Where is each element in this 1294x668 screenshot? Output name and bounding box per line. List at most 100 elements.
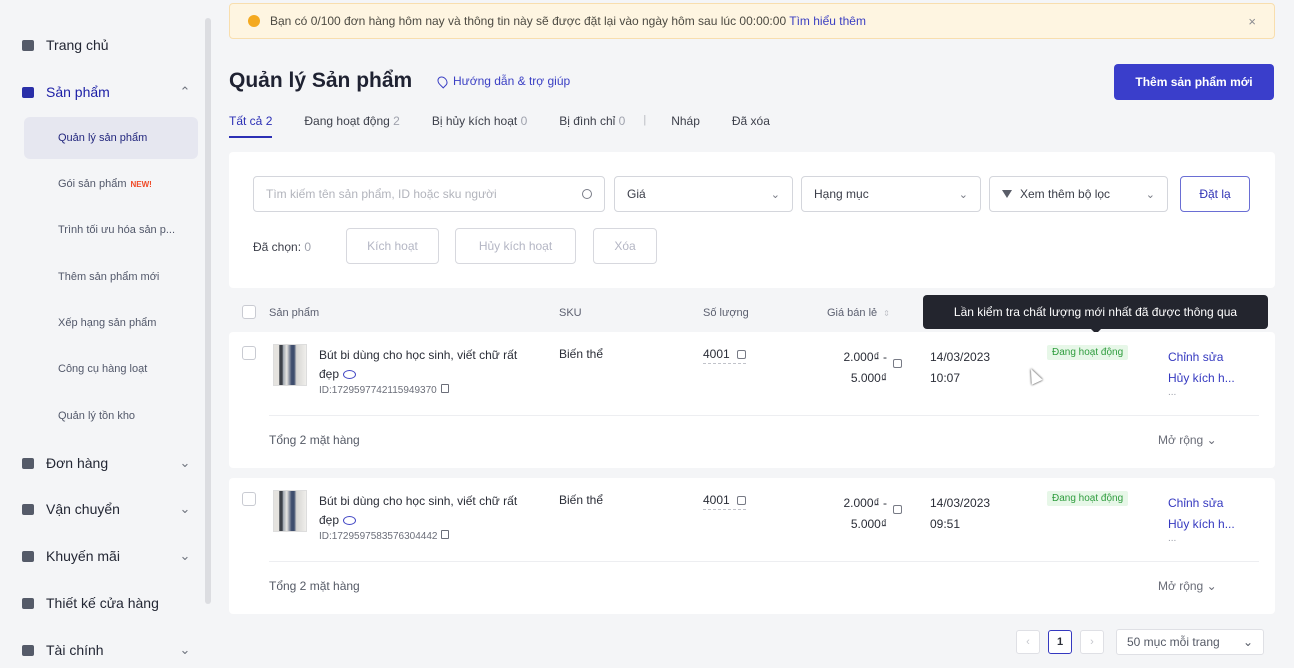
tab-suspended[interactable]: Bị đình chỉ 0 xyxy=(559,114,625,138)
more-filters-button[interactable]: Xem thêm bộ lọc ⌄ xyxy=(989,176,1168,212)
next-page-button[interactable]: › xyxy=(1080,630,1104,654)
chevron-down-icon: ⌄ xyxy=(958,188,968,201)
eye-icon[interactable] xyxy=(343,370,357,380)
product-date: 14/03/2023 10:07 xyxy=(930,347,990,389)
price-max: 5.000₫ xyxy=(850,371,887,385)
activate-button[interactable]: Kích hoạt xyxy=(346,228,439,264)
search-input[interactable]: Tìm kiếm tên sản phẩm, ID hoặc sku người xyxy=(253,176,605,212)
copy-icon[interactable] xyxy=(440,384,449,393)
reset-button[interactable]: Đặt lạ xyxy=(1180,176,1250,212)
sidebar-item-label: Thiết kế cửa hàng xyxy=(46,595,159,611)
edit-icon[interactable] xyxy=(736,350,746,360)
price-filter-select[interactable]: Giá ⌄ xyxy=(614,176,793,212)
more-actions-icon[interactable]: ... xyxy=(1168,534,1235,544)
sidebar-item-promotions[interactable]: Khuyến mãi ⌄ xyxy=(22,544,192,568)
edit-link[interactable]: Chỉnh sửa xyxy=(1168,493,1235,514)
expand-label: Mở rộng xyxy=(1158,579,1204,593)
product-sku: Biến thể xyxy=(559,493,604,507)
expand-button[interactable]: Mở rộng ⌄ xyxy=(1158,579,1217,593)
sidebar-item-shipping[interactable]: Vận chuyển ⌄ xyxy=(22,497,192,521)
sidebar-sub-label: Thêm sản phẩm mới xyxy=(58,271,160,283)
header-price[interactable]: Giá bán lẻ ⇕ xyxy=(827,307,890,319)
tab-deleted[interactable]: Đã xóa xyxy=(732,114,770,138)
copy-icon[interactable] xyxy=(441,530,450,539)
close-icon[interactable]: × xyxy=(1248,14,1256,29)
row-divider xyxy=(269,561,1259,562)
product-thumbnail[interactable] xyxy=(273,344,307,386)
eye-icon[interactable] xyxy=(343,516,357,526)
date-value: 14/03/2023 xyxy=(930,496,991,510)
category-filter-select[interactable]: Hạng mục ⌄ xyxy=(801,176,981,212)
quantity-value: 4001 xyxy=(703,493,730,507)
page-number-button[interactable]: 1 xyxy=(1048,630,1072,654)
warning-icon xyxy=(248,15,260,27)
chevron-down-icon: ⌄ xyxy=(179,548,191,563)
sidebar-sub-manage-products[interactable]: Quản lý sản phẩm xyxy=(24,117,198,159)
order-limit-banner: Bạn có 0/100 đơn hàng hôm nay và thông t… xyxy=(229,3,1275,39)
sidebar-item-home[interactable]: Trang chủ xyxy=(22,33,192,57)
product-thumbnail[interactable] xyxy=(273,490,307,532)
prev-page-button[interactable]: ‹ xyxy=(1016,630,1040,654)
product-quantity[interactable]: 4001 xyxy=(703,493,746,510)
row-checkbox[interactable] xyxy=(242,492,256,506)
deactivate-link[interactable]: Hủy kích h... xyxy=(1168,514,1235,535)
search-placeholder: Tìm kiếm tên sản phẩm, ID hoặc sku người xyxy=(266,187,497,201)
delete-button[interactable]: Xóa xyxy=(593,228,657,264)
expand-button[interactable]: Mở rộng ⌄ xyxy=(1158,433,1217,447)
add-product-button[interactable]: Thêm sản phẩm mới xyxy=(1114,64,1274,100)
sidebar-sub-inventory[interactable]: Quản lý tồn kho xyxy=(24,395,198,437)
sidebar-item-products[interactable]: Sản phẩm ⌃ xyxy=(22,80,192,104)
filter-panel: Tìm kiếm tên sản phẩm, ID hoặc sku người… xyxy=(229,152,1275,288)
sidebar-item-store-design[interactable]: Thiết kế cửa hàng xyxy=(22,591,192,615)
price-filter-label: Giá xyxy=(627,187,646,201)
tab-count: 0 xyxy=(520,114,528,128)
sidebar-item-orders[interactable]: Đơn hàng ⌄ xyxy=(22,451,192,475)
select-all-checkbox[interactable] xyxy=(242,305,256,319)
sidebar-item-label: Sản phẩm xyxy=(46,84,110,100)
sidebar-sub-product-bundle[interactable]: Gói sản phẩm NEW! xyxy=(24,163,198,205)
more-actions-icon[interactable]: ... xyxy=(1168,388,1235,398)
chevron-down-icon: ⌄ xyxy=(1206,579,1217,593)
row-divider xyxy=(269,415,1259,416)
row-checkbox[interactable] xyxy=(242,346,256,360)
edit-price-icon[interactable] xyxy=(893,359,902,368)
edit-price-icon[interactable] xyxy=(893,505,902,514)
sidebar-item-finance[interactable]: Tài chính ⌄ xyxy=(22,638,192,662)
home-icon xyxy=(22,39,34,51)
tab-label: Đang hoạt động xyxy=(304,114,390,128)
deactivate-link[interactable]: Hủy kích h... xyxy=(1168,368,1235,389)
sidebar-sub-optimizer[interactable]: Trình tối ưu hóa sản p... xyxy=(24,209,198,251)
sidebar: Trang chủ Sản phẩm ⌃ Quản lý sản phẩm Gó… xyxy=(0,0,214,668)
sidebar-scrollbar[interactable] xyxy=(205,18,211,604)
time-value: 10:07 xyxy=(930,371,961,385)
tab-deactivated[interactable]: Bị hủy kích hoạt 0 xyxy=(432,114,527,138)
banner-text: Bạn có 0/100 đơn hàng hôm nay và thông t… xyxy=(270,14,1248,28)
variant-total: Tổng 2 mặt hàng xyxy=(269,433,360,447)
product-quantity[interactable]: 4001 xyxy=(703,347,746,364)
product-sku: Biến thể xyxy=(559,347,604,361)
per-page-select[interactable]: 50 mục mỗi trang ⌄ xyxy=(1116,629,1264,655)
chevron-down-icon: ⌄ xyxy=(179,642,191,657)
price-max: 5.000₫ xyxy=(850,517,887,531)
date-value: 14/03/2023 xyxy=(930,350,991,364)
wallet-icon xyxy=(22,644,34,656)
selected-number: 0 xyxy=(304,240,312,254)
tab-all[interactable]: Tất cả 2 xyxy=(229,114,273,138)
sidebar-sub-add-product[interactable]: Thêm sản phẩm mới xyxy=(24,256,198,298)
guide-help-link[interactable]: Hướng dẫn & trợ giúp xyxy=(435,73,570,89)
deactivate-button[interactable]: Hủy kích hoạt xyxy=(455,228,576,264)
sidebar-sub-ranking[interactable]: Xếp hạng sản phẩm xyxy=(24,302,198,344)
sidebar-sub-bulk-tools[interactable]: Công cụ hàng loạt xyxy=(24,348,198,390)
tab-active[interactable]: Đang hoạt động 2 xyxy=(304,114,399,138)
category-filter-label: Hạng mục xyxy=(814,187,869,201)
tab-draft[interactable]: Nháp xyxy=(671,114,700,138)
sidebar-item-label: Trang chủ xyxy=(46,37,109,53)
edit-icon[interactable] xyxy=(736,496,746,506)
tab-label: Nháp xyxy=(671,114,700,128)
tab-count: 2 xyxy=(265,114,273,128)
learn-more-link[interactable]: Tìm hiểu thêm xyxy=(789,14,866,28)
edit-link[interactable]: Chỉnh sửa xyxy=(1168,347,1235,368)
sidebar-item-label: Vận chuyển xyxy=(46,501,120,517)
filter-icon xyxy=(1002,190,1012,198)
quantity-value: 4001 xyxy=(703,347,730,361)
